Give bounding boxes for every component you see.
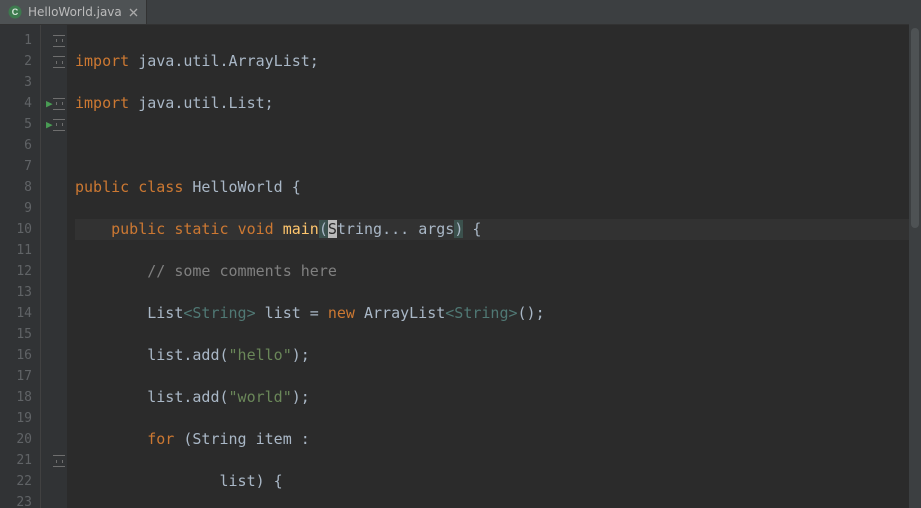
fold-marker-icon[interactable] bbox=[53, 98, 65, 110]
line-number: 6 bbox=[0, 135, 32, 156]
tab-bar: C HelloWorld.java bbox=[0, 0, 921, 25]
code-line: for (String item : bbox=[75, 429, 921, 450]
line-number: 15 bbox=[0, 324, 32, 345]
code-line: list.add("hello"); bbox=[75, 345, 921, 366]
line-number: 21 bbox=[0, 450, 32, 471]
line-number: 17 bbox=[0, 366, 32, 387]
line-number: 3 bbox=[0, 72, 32, 93]
line-number: 23 bbox=[0, 492, 32, 508]
java-class-icon: C bbox=[8, 5, 22, 19]
code-line: List<String> list = new ArrayList<String… bbox=[75, 303, 921, 324]
code-line: public class HelloWorld { bbox=[75, 177, 921, 198]
line-number: 9 bbox=[0, 198, 32, 219]
gutter-margin: ▶▶ bbox=[41, 25, 67, 508]
fold-marker-icon[interactable] bbox=[53, 56, 65, 68]
line-number-gutter: 1234567891011121314151617181920212223 bbox=[0, 25, 41, 508]
line-number: 2 bbox=[0, 51, 32, 72]
line-number: 8 bbox=[0, 177, 32, 198]
code-line: list.add("world"); bbox=[75, 387, 921, 408]
line-number: 18 bbox=[0, 387, 32, 408]
matched-paren-close: ) bbox=[454, 220, 463, 238]
editor: 1234567891011121314151617181920212223 ▶▶… bbox=[0, 25, 921, 508]
line-number: 14 bbox=[0, 303, 32, 324]
line-number: 5 bbox=[0, 114, 32, 135]
fold-marker-icon[interactable] bbox=[53, 35, 65, 47]
scrollbar-thumb[interactable] bbox=[911, 28, 919, 228]
code-area[interactable]: import java.util.ArrayList; import java.… bbox=[67, 25, 921, 508]
code-line-current: public static void main(String... args) … bbox=[75, 219, 921, 240]
line-number: 1 bbox=[0, 30, 32, 51]
code-line: // some comments here bbox=[75, 261, 921, 282]
line-number: 22 bbox=[0, 471, 32, 492]
line-number: 11 bbox=[0, 240, 32, 261]
code-line: import java.util.List; bbox=[75, 93, 921, 114]
run-gutter-icon[interactable]: ▶ bbox=[46, 118, 53, 131]
file-tab[interactable]: C HelloWorld.java bbox=[0, 0, 147, 24]
line-number: 13 bbox=[0, 282, 32, 303]
svg-text:C: C bbox=[12, 7, 19, 17]
line-number: 16 bbox=[0, 345, 32, 366]
close-icon[interactable] bbox=[128, 6, 140, 18]
line-number: 7 bbox=[0, 156, 32, 177]
matched-paren-open: ( bbox=[319, 220, 328, 238]
line-number: 4 bbox=[0, 93, 32, 114]
caret: S bbox=[328, 220, 337, 238]
fold-marker-icon[interactable] bbox=[53, 119, 65, 131]
code-line: import java.util.ArrayList; bbox=[75, 51, 921, 72]
line-number: 12 bbox=[0, 261, 32, 282]
vertical-scrollbar[interactable] bbox=[909, 24, 921, 508]
line-number: 20 bbox=[0, 429, 32, 450]
fold-marker-icon[interactable] bbox=[53, 455, 65, 467]
run-gutter-icon[interactable]: ▶ bbox=[46, 97, 53, 110]
code-line bbox=[75, 135, 921, 156]
tab-filename: HelloWorld.java bbox=[28, 5, 122, 19]
line-number: 10 bbox=[0, 219, 32, 240]
line-number: 19 bbox=[0, 408, 32, 429]
code-line: list) { bbox=[75, 471, 921, 492]
